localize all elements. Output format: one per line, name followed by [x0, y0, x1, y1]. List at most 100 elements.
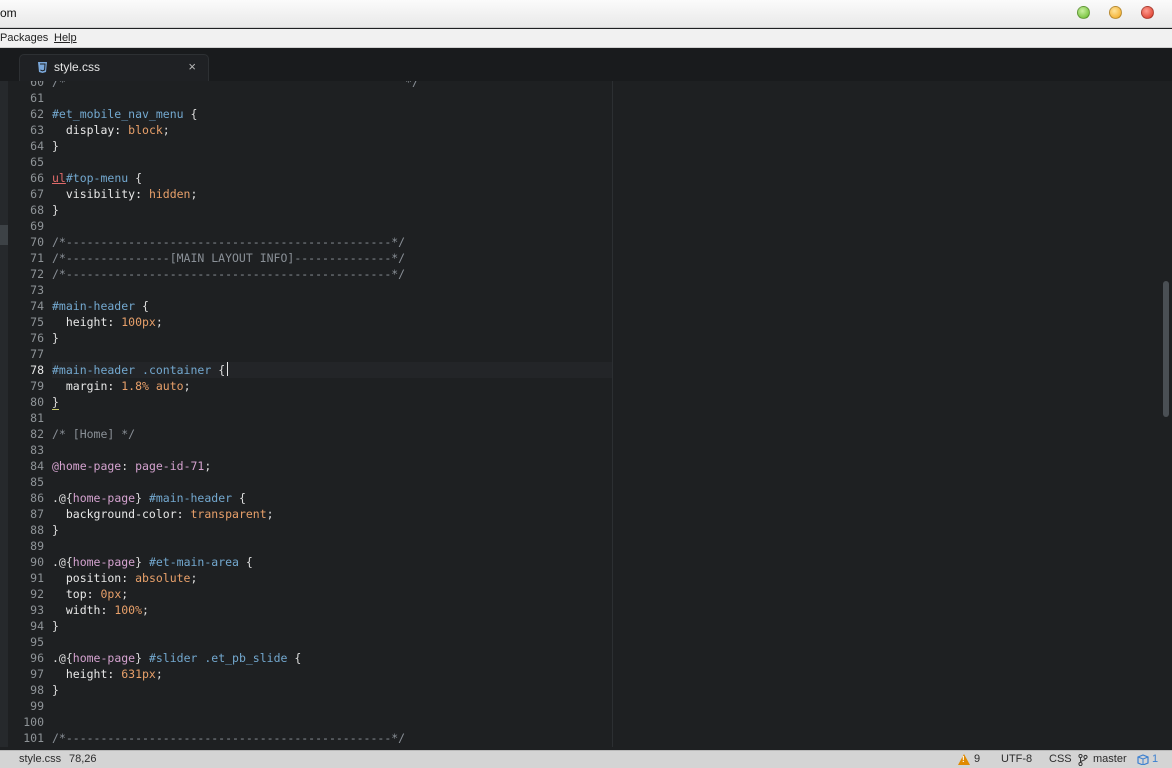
code-line-71: /*---------------[MAIN LAYOUT INFO]-----…	[52, 250, 405, 266]
code-line-92: top: 0px;	[52, 586, 128, 602]
close-window-button[interactable]	[1141, 6, 1154, 19]
package-updates-icon[interactable]	[1137, 754, 1149, 765]
value: absolute	[128, 571, 191, 585]
line-number: 87	[30, 507, 44, 521]
tag-selector: ul	[52, 171, 66, 185]
code-line-68: }	[52, 202, 59, 218]
brace: {	[135, 299, 149, 313]
code-line-64: }	[52, 138, 59, 154]
status-warning-count[interactable]: 9	[974, 753, 980, 765]
property: height:	[52, 667, 115, 681]
git-branch-icon	[1078, 754, 1088, 766]
code-line-101: /*--------------------------------------…	[52, 730, 405, 746]
semicolon: ;	[190, 571, 198, 585]
maximize-button[interactable]	[1109, 6, 1122, 19]
line-number: 91	[30, 571, 44, 585]
code-line-74: #main-header {	[52, 298, 149, 314]
property: margin:	[52, 379, 115, 393]
value: 0px	[93, 587, 122, 601]
status-package-count[interactable]: 1	[1152, 753, 1158, 765]
brace: {	[211, 363, 226, 377]
line-number: 77	[30, 347, 44, 361]
code-line-88: }	[52, 522, 59, 538]
line-number: 93	[30, 603, 44, 617]
code-line-94: }	[52, 618, 59, 634]
selector: #top-menu	[65, 171, 129, 185]
line-number: 92	[30, 587, 44, 601]
line-number: 97	[30, 667, 44, 681]
tab-style-css[interactable]: style.css ×	[19, 54, 209, 81]
property: height:	[52, 315, 115, 329]
brace: }	[52, 139, 59, 153]
tree-view-edge[interactable]	[0, 81, 8, 747]
line-number: 76	[30, 331, 44, 345]
tree-view-marker	[0, 225, 8, 245]
minimize-button[interactable]	[1077, 6, 1090, 19]
value: 100%	[107, 603, 143, 617]
code-line-87: background-color: transparent;	[52, 506, 274, 522]
line-number: 80	[30, 395, 44, 409]
line-number: 72	[30, 267, 44, 281]
semicolon: ;	[190, 187, 198, 201]
brace: }	[52, 619, 59, 633]
status-encoding[interactable]: UTF-8	[1001, 753, 1032, 765]
status-cursor-position[interactable]: 78,26	[69, 753, 97, 765]
code-line-79: margin: 1.8% auto;	[52, 378, 191, 394]
warning-icon[interactable]	[958, 754, 970, 765]
code-line-93: width: 100%;	[52, 602, 149, 618]
brace: {	[128, 171, 143, 185]
class-selector: .et_pb_slide	[197, 651, 288, 665]
semicolon: ;	[142, 603, 149, 617]
title-bar: om	[0, 0, 1172, 28]
line-number: 70	[30, 235, 44, 249]
value: block	[121, 123, 163, 137]
line-number: 98	[30, 683, 44, 697]
brace: {	[183, 107, 198, 121]
property: width:	[52, 603, 108, 617]
code-line-70: /*--------------------------------------…	[52, 234, 405, 250]
variable: @home-page	[52, 459, 122, 473]
line-number: 74	[30, 299, 44, 313]
menu-packages[interactable]: Packages	[0, 32, 48, 44]
line-number: 78	[30, 363, 44, 377]
status-git-branch[interactable]: master	[1093, 753, 1127, 765]
brace: }	[52, 331, 59, 345]
line-number: 81	[30, 411, 44, 425]
semicolon: ;	[266, 507, 274, 521]
status-grammar[interactable]: CSS	[1049, 753, 1072, 765]
line-number: 99	[30, 699, 44, 713]
wrap-guide	[612, 81, 613, 747]
code-line-75: height: 100px;	[52, 314, 163, 330]
class-selector: .container	[135, 363, 212, 377]
code-line-67: visibility: hidden;	[52, 186, 198, 202]
line-number: 62	[30, 107, 44, 121]
line-number: 89	[30, 539, 44, 553]
selector: #main-header	[142, 491, 233, 505]
scrollbar-thumb[interactable]	[1163, 281, 1169, 417]
menu-help[interactable]: Help	[54, 32, 77, 44]
code-line-98: }	[52, 682, 59, 698]
semicolon: ;	[162, 123, 170, 137]
comment: /*---------------[MAIN LAYOUT INFO]-----…	[52, 251, 406, 265]
line-number: 60	[30, 81, 44, 89]
brace: {	[238, 555, 253, 569]
vertical-scrollbar[interactable]	[1160, 81, 1172, 747]
brace: }	[52, 203, 59, 217]
line-number: 65	[30, 155, 44, 169]
brace: }	[52, 683, 59, 697]
value: 631px	[114, 667, 156, 681]
code-line-86: .@{home-page} #main-header {	[52, 490, 246, 506]
line-number: 69	[30, 219, 44, 233]
line-number-gutter: 60 61 62 63 64 65 66 67 68 69 70 71 72 73 74 75 76 77 78 79…	[8, 81, 48, 747]
window-title: om	[0, 6, 17, 20]
code-editor[interactable]: 60 61 62 63 64 65 66 67 68 69 70 71 72 73 74 75 76 77 78 79…	[8, 81, 1172, 747]
brace: }	[52, 523, 59, 537]
status-bar: style.css 78,26 9 UTF-8 CSS master 1	[0, 750, 1172, 768]
code-line-78: #main-header .container {	[52, 362, 612, 378]
code-line-97: height: 631px;	[52, 666, 163, 682]
semicolon: ;	[155, 315, 163, 329]
matching-brace: }	[52, 395, 59, 410]
status-file-name[interactable]: style.css	[19, 753, 61, 765]
interp-open: .@{	[52, 651, 73, 665]
close-tab-icon[interactable]: ×	[188, 60, 196, 74]
